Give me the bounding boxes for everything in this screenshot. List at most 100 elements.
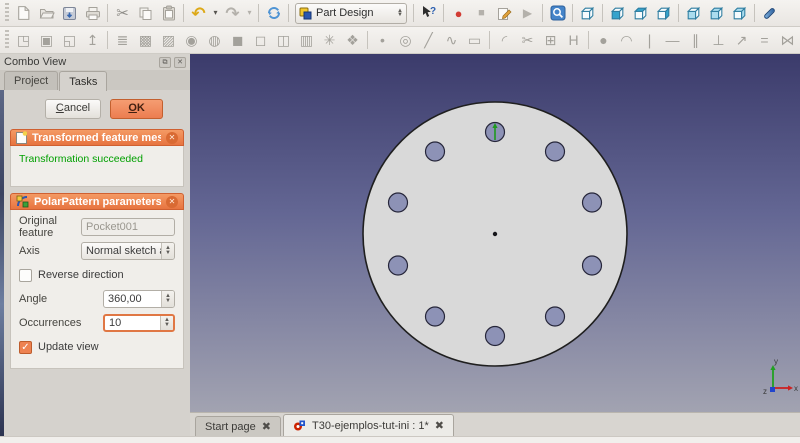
measure-distance-icon: [763, 11, 776, 16]
polar-pattern-icon: ✳: [324, 33, 336, 47]
pattern-hole[interactable]: [426, 142, 445, 161]
create-circle-icon: ◎: [399, 33, 411, 47]
pattern-hole[interactable]: [583, 193, 602, 212]
pad-icon: ▩: [139, 33, 152, 47]
new-file-icon: [16, 5, 31, 21]
external-geometry-button: ⊞: [539, 29, 562, 52]
workbench-selected-label: Part Design: [316, 7, 393, 19]
trim-edge-icon: ✂: [522, 33, 534, 47]
pattern-hole[interactable]: [583, 256, 602, 275]
constraint-point-on-object-icon: ◠: [620, 33, 632, 47]
workbench-icon: [299, 7, 312, 20]
macro-record-button[interactable]: ●: [447, 2, 470, 25]
pattern-hole[interactable]: [486, 327, 505, 346]
mirrored-feature-icon: ◫: [277, 33, 290, 47]
multi-transform-button: ❖: [341, 29, 364, 52]
view-left-button[interactable]: [728, 2, 751, 25]
occurrences-spinbox[interactable]: 10 ▲▼: [103, 314, 175, 332]
pattern-hole[interactable]: [426, 307, 445, 326]
parameters-section-header[interactable]: PolarPattern parameters ✕: [10, 193, 184, 210]
ok-button[interactable]: OK: [110, 99, 163, 119]
cut-button: ✂: [111, 2, 134, 25]
constraint-horizontal-button: —: [661, 29, 684, 52]
cancel-button[interactable]: Cancel: [45, 99, 101, 119]
dock-float-button[interactable]: ⧉: [159, 57, 171, 68]
view-right-button[interactable]: [652, 2, 675, 25]
document-tab-active-document[interactable]: T30-ejemplos-tut-ini : 1*✖: [283, 414, 454, 436]
undo-button[interactable]: ↶: [187, 2, 210, 25]
mdi-area: y x z Start page✖T30-ejemplos-tut-ini : …: [190, 54, 800, 436]
save-file-button[interactable]: [58, 2, 81, 25]
print-icon: [85, 6, 101, 21]
toolbar-separator: [572, 4, 573, 22]
tab-tasks[interactable]: Tasks: [59, 71, 107, 91]
constraint-tangent-icon: ↗: [736, 33, 748, 47]
create-body-button: ≣: [111, 29, 134, 52]
edit-sketch-icon: ▣: [40, 33, 53, 47]
axis-row: Axis Normal sketch axis ▲▼: [19, 241, 175, 261]
constraint-symmetric-icon: ⋈: [781, 33, 795, 47]
workbench-selector[interactable]: Part Design▲▼: [295, 3, 407, 24]
reverse-direction-checkbox[interactable]: [19, 269, 32, 282]
freecad-document-icon: [293, 419, 306, 432]
redo-dropdown-icon: ▾: [247, 9, 251, 17]
messages-section-header[interactable]: Transformed feature messages ✕: [10, 129, 184, 146]
3d-viewport[interactable]: y x z: [190, 54, 800, 412]
constraint-tangent-button: ↗: [730, 29, 753, 52]
dock-close-button[interactable]: ✕: [174, 57, 186, 68]
tab-project[interactable]: Project: [4, 71, 58, 90]
refresh-button[interactable]: [262, 2, 285, 25]
whats-this-button[interactable]: ?: [417, 2, 440, 25]
parameters-close-icon[interactable]: ✕: [166, 196, 178, 208]
undo-dropdown[interactable]: ▾: [210, 2, 221, 25]
view-rear-button[interactable]: [682, 2, 705, 25]
pattern-hole[interactable]: [389, 193, 408, 212]
disc-center-point[interactable]: [493, 232, 497, 236]
update-view-checkbox[interactable]: ✓: [19, 341, 32, 354]
pattern-hole[interactable]: [546, 142, 565, 161]
view-front-button[interactable]: [606, 2, 629, 25]
constraint-perpendicular-button: ⊥: [707, 29, 730, 52]
view-top-icon: [632, 5, 649, 22]
trim-edge-button: ✂: [516, 29, 539, 52]
create-line-icon: ╱: [424, 33, 432, 47]
toolbar-separator: [678, 4, 679, 22]
measure-distance-button[interactable]: [758, 2, 781, 25]
document-tab-start-page[interactable]: Start page✖: [195, 416, 281, 436]
toolbar-separator: [288, 4, 289, 22]
macro-edit-icon: [497, 6, 512, 21]
toolbar-drag-handle[interactable]: [5, 3, 9, 23]
svg-text:?: ?: [430, 6, 436, 17]
constraint-parallel-icon: ∥: [692, 33, 699, 47]
pattern-hole[interactable]: [389, 256, 408, 275]
constraint-coincident-icon: ●: [599, 33, 607, 47]
occurrences-spin-arrows-icon[interactable]: ▲▼: [160, 316, 173, 330]
pattern-hole[interactable]: [546, 307, 565, 326]
redo-button: ↷: [221, 2, 244, 25]
angle-spin-arrows-icon[interactable]: ▲▼: [161, 291, 174, 307]
view-top-button[interactable]: [629, 2, 652, 25]
axis-select[interactable]: Normal sketch axis ▲▼: [81, 242, 175, 260]
view-axonometric-button[interactable]: [576, 2, 599, 25]
occurrences-row: Occurrences 10 ▲▼: [19, 313, 175, 333]
constraint-perpendicular-icon: ⊥: [712, 33, 724, 47]
constraint-equal-button: =: [753, 29, 776, 52]
occurrences-label: Occurrences: [19, 317, 103, 329]
parameters-section-body: Original feature Pocket001 Axis Normal s…: [10, 210, 184, 369]
external-geometry-icon: ⊞: [545, 33, 557, 47]
groove-icon: ◍: [208, 33, 220, 47]
macro-edit-button[interactable]: [493, 2, 516, 25]
axis-y-label: y: [774, 357, 778, 366]
paste-icon: [162, 5, 176, 21]
messages-close-icon[interactable]: ✕: [166, 132, 178, 144]
parameters-section-title: PolarPattern parameters: [34, 196, 161, 208]
macro-stop-icon: ■: [478, 8, 485, 19]
angle-spinbox[interactable]: 360,00 ▲▼: [103, 290, 175, 308]
tab-close-icon[interactable]: ✖: [262, 420, 271, 433]
tab-close-icon[interactable]: ✖: [435, 419, 444, 432]
polar-pattern-button: ✳: [318, 29, 341, 52]
partdesign-sketcher-toolbar: ◳▣◱↥≣▩▨◉◍◼◻◫▥✳❖•◎╱∿▭◜✂⊞H●◠❘—∥⊥↗=⋈»: [0, 27, 800, 54]
toolbar-drag-handle[interactable]: [5, 30, 9, 50]
fit-all-button[interactable]: [546, 2, 569, 25]
view-bottom-button[interactable]: [705, 2, 728, 25]
